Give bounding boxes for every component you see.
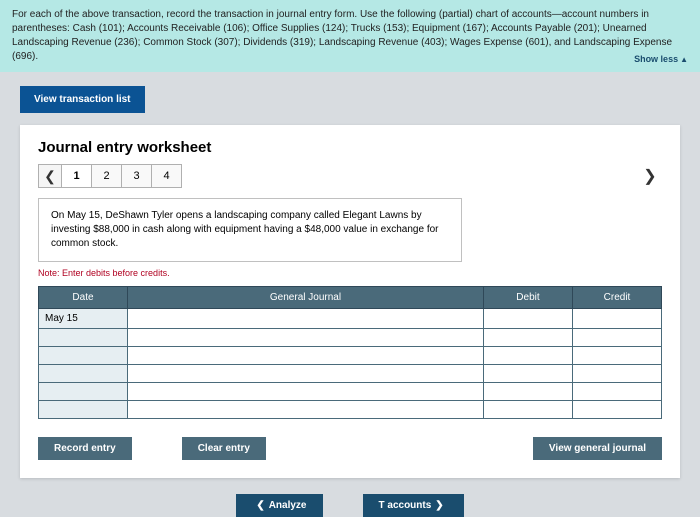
record-entry-button[interactable]: Record entry — [38, 437, 132, 460]
account-cell[interactable] — [127, 383, 483, 401]
account-cell[interactable] — [127, 329, 483, 347]
table-row — [39, 401, 662, 419]
debit-cell[interactable] — [483, 329, 572, 347]
entry-tab-3[interactable]: 3 — [122, 164, 152, 188]
account-cell[interactable] — [127, 401, 483, 419]
credit-cell[interactable] — [572, 383, 661, 401]
col-header-general-journal: General Journal — [127, 287, 483, 309]
view-general-journal-button[interactable]: View general journal — [533, 437, 662, 460]
show-less-toggle[interactable]: Show less — [634, 53, 688, 66]
credit-cell[interactable] — [572, 347, 661, 365]
account-cell[interactable] — [127, 309, 483, 329]
taccounts-button[interactable]: T accounts❯ — [363, 494, 464, 517]
col-header-date: Date — [39, 287, 128, 309]
bottom-nav: ❮Analyze T accounts❯ — [0, 494, 700, 517]
journal-table: Date General Journal Debit Credit May 15 — [38, 286, 662, 419]
transaction-description: On May 15, DeShawn Tyler opens a landsca… — [38, 198, 462, 262]
action-row: Record entry Clear entry View general jo… — [38, 437, 662, 460]
debit-cell[interactable] — [483, 347, 572, 365]
next-entry-button[interactable]: ❯ — [638, 164, 662, 188]
clear-entry-button[interactable]: Clear entry — [182, 437, 266, 460]
instructions-panel: For each of the above transaction, recor… — [0, 0, 700, 72]
credit-cell[interactable] — [572, 329, 661, 347]
table-row — [39, 365, 662, 383]
table-row — [39, 329, 662, 347]
credit-cell[interactable] — [572, 309, 661, 329]
entry-tab-2[interactable]: 2 — [92, 164, 122, 188]
debit-cell[interactable] — [483, 365, 572, 383]
credit-cell[interactable] — [572, 401, 661, 419]
col-header-credit: Credit — [572, 287, 661, 309]
col-header-debit: Debit — [483, 287, 572, 309]
debit-cell[interactable] — [483, 401, 572, 419]
entry-tab-4[interactable]: 4 — [152, 164, 182, 188]
prev-entry-button[interactable]: ❮ — [38, 164, 62, 188]
entry-nav: ❮ 1 2 3 4 ❯ — [38, 164, 662, 188]
table-row: May 15 — [39, 309, 662, 329]
worksheet-title: Journal entry worksheet — [38, 139, 662, 156]
chevron-right-icon: ❯ — [435, 500, 443, 511]
credit-cell[interactable] — [572, 365, 661, 383]
analyze-button[interactable]: ❮Analyze — [236, 494, 322, 517]
worksheet-panel: Journal entry worksheet ❮ 1 2 3 4 ❯ On M… — [20, 125, 680, 478]
debits-credits-note: Note: Enter debits before credits. — [38, 268, 662, 278]
chevron-left-icon: ❮ — [256, 500, 264, 511]
account-cell[interactable] — [127, 365, 483, 383]
account-cell[interactable] — [127, 347, 483, 365]
date-cell: May 15 — [39, 309, 128, 329]
table-row — [39, 347, 662, 365]
instructions-text: For each of the above transaction, recor… — [12, 9, 672, 62]
table-row — [39, 383, 662, 401]
debit-cell[interactable] — [483, 309, 572, 329]
entry-tab-1[interactable]: 1 — [62, 164, 92, 188]
view-transaction-list-button[interactable]: View transaction list — [20, 86, 145, 113]
debit-cell[interactable] — [483, 383, 572, 401]
